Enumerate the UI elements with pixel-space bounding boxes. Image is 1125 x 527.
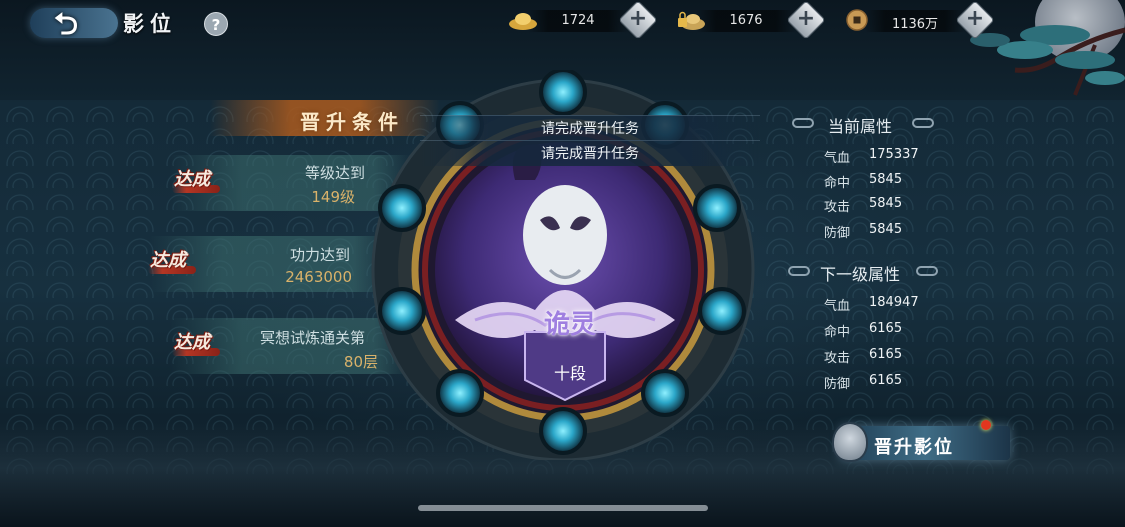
game-screen: ⮌ 影位 ? 1724 + 1676 + 1136万 + 晋升条件 等级达到 1…: [0, 0, 1125, 527]
currency-value: 1136万: [891, 17, 939, 32]
rank-name: 诡灵: [543, 310, 596, 340]
back-arrow-icon: ⮌: [54, 7, 79, 42]
cloud-ornament-icon: [788, 266, 810, 276]
plus-icon: +: [965, 5, 985, 31]
next-attributes-title: 下一级属性: [820, 265, 901, 284]
attr-value: 175337: [869, 147, 919, 162]
rank-level: 十段: [553, 364, 586, 383]
completed-seal: 达成: [172, 328, 220, 360]
plus-icon: +: [628, 5, 648, 31]
completed-seal: 达成: [172, 165, 220, 197]
condition-label: 等级达到: [304, 164, 365, 182]
condition-value: 2463000: [285, 268, 352, 286]
cloud-ornament-icon: [916, 266, 938, 276]
attr-name: 防御: [824, 226, 851, 241]
spirit-orb: [698, 287, 746, 335]
spirit-orb: [378, 184, 426, 232]
notification-dot: [981, 420, 991, 430]
condition-value: 149级: [311, 188, 355, 206]
attr-value: 6165: [869, 321, 903, 336]
spirit-orb: [693, 184, 741, 232]
attr-value: 5845: [869, 196, 903, 211]
attr-name: 命中: [824, 176, 851, 191]
attr-value: 5845: [869, 172, 903, 187]
mask-icon: [832, 422, 868, 462]
attr-value: 5845: [869, 222, 903, 237]
plus-icon: +: [796, 5, 816, 31]
spirit-orb: [378, 287, 426, 335]
current-attributes-title: 当前属性: [828, 117, 893, 136]
currency-value: 1676: [729, 13, 763, 28]
attr-name: 防御: [824, 377, 851, 392]
cloud-ornament-icon: [792, 118, 814, 128]
attr-value: 6165: [869, 373, 903, 388]
attr-name: 气血: [824, 299, 851, 314]
cloud-ornament-icon: [912, 118, 934, 128]
spirit-orb: [539, 407, 587, 455]
spirit-orb: [641, 369, 689, 417]
condition-label: 功力达到: [289, 246, 350, 264]
back-button[interactable]: ⮌: [30, 2, 120, 42]
promote-button-label: 晋升影位: [874, 437, 954, 458]
attr-value: 184947: [869, 295, 919, 310]
condition-label: 冥想试炼通关第: [259, 329, 365, 347]
completed-seal: 达成: [148, 246, 196, 278]
task-prompt: 请完成晋升任务: [420, 115, 760, 141]
attr-value: 6165: [869, 347, 903, 362]
attr-name: 命中: [824, 325, 851, 340]
currency-value: 1724: [561, 13, 595, 28]
home-indicator[interactable]: [418, 505, 708, 511]
attr-name: 攻击: [824, 351, 851, 366]
spirit-orb: [436, 369, 484, 417]
spirit-orb: [539, 70, 587, 116]
attr-name: 攻击: [824, 200, 851, 215]
attr-name: 气血: [824, 151, 851, 166]
help-button[interactable]: ?: [204, 12, 228, 36]
task-prompt: 请完成晋升任务: [420, 140, 760, 166]
page-title: 影位: [123, 11, 177, 36]
